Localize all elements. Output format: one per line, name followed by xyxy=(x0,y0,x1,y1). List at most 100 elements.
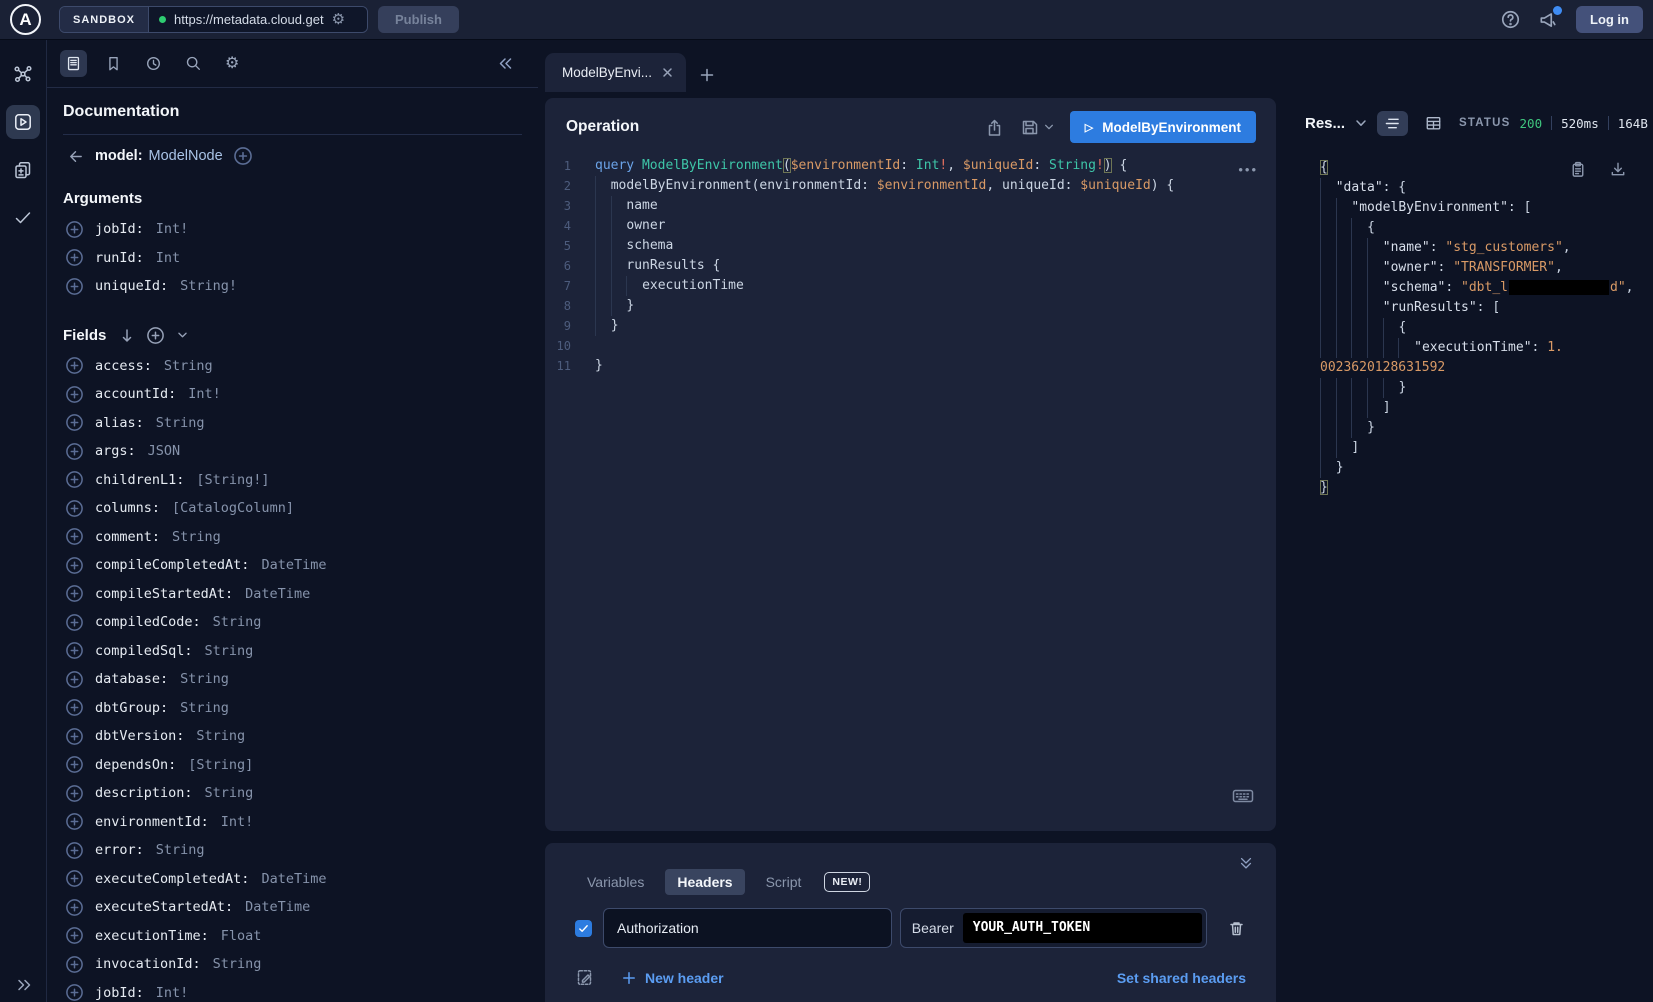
table-view-icon[interactable] xyxy=(1418,110,1449,136)
set-shared-headers-link[interactable]: Set shared headers xyxy=(1117,970,1246,986)
checks-icon[interactable] xyxy=(6,201,40,235)
field-row[interactable]: accountId:Int! xyxy=(63,380,522,409)
tab-modelbyenvironment[interactable]: ModelByEnvi... xyxy=(545,53,686,92)
delete-header-icon[interactable] xyxy=(1227,919,1246,938)
field-row[interactable]: dbtGroup:String xyxy=(63,694,522,723)
json-view-icon[interactable] xyxy=(1377,111,1408,136)
add-to-query-icon[interactable] xyxy=(66,585,83,602)
collapse-sidebar-icon[interactable] xyxy=(496,55,514,73)
header-enabled-checkbox[interactable] xyxy=(575,920,592,937)
endpoint-url-box[interactable]: https://metadata.cloud.get ⚙ xyxy=(149,7,367,32)
saved-collections-icon[interactable] xyxy=(6,153,40,187)
keyboard-shortcuts-icon[interactable] xyxy=(1232,785,1254,807)
tab-script[interactable]: Script xyxy=(754,869,814,895)
field-row[interactable]: access:String xyxy=(63,352,522,381)
add-to-query-icon[interactable] xyxy=(66,728,83,745)
field-row[interactable]: columns:[CatalogColumn] xyxy=(63,494,522,523)
prefill-headers-icon[interactable] xyxy=(575,968,594,987)
add-all-fields-icon[interactable] xyxy=(147,327,164,344)
sort-fields-icon[interactable] xyxy=(120,328,134,343)
add-to-query-icon[interactable] xyxy=(66,443,83,460)
add-to-query-icon[interactable] xyxy=(66,671,83,688)
field-row[interactable]: dbtVersion:String xyxy=(63,722,522,751)
share-operation-icon[interactable] xyxy=(985,118,1004,137)
expand-rail-icon[interactable] xyxy=(0,976,47,994)
add-to-query-icon[interactable] xyxy=(66,500,83,517)
add-to-query-icon[interactable] xyxy=(66,785,83,802)
graphql-query-editor[interactable]: 1query ModelByEnvironment($environmentId… xyxy=(545,152,1276,376)
field-row[interactable]: database:String xyxy=(63,665,522,694)
history-icon[interactable] xyxy=(140,50,167,77)
add-to-query-icon[interactable] xyxy=(66,386,83,403)
endpoint-settings-icon[interactable]: ⚙ xyxy=(332,12,345,27)
header-value-token[interactable]: YOUR_AUTH_TOKEN xyxy=(963,913,1202,943)
add-to-query-icon[interactable] xyxy=(66,249,83,266)
header-key-input[interactable] xyxy=(603,908,892,948)
add-to-query-icon[interactable] xyxy=(66,842,83,859)
field-row[interactable]: compileCompletedAt:DateTime xyxy=(63,551,522,580)
back-arrow-icon[interactable] xyxy=(67,148,84,165)
new-tab-icon[interactable] xyxy=(699,67,715,83)
explorer-icon[interactable] xyxy=(6,105,40,139)
save-options-chevron-icon[interactable] xyxy=(1044,123,1054,131)
publish-button[interactable]: Publish xyxy=(378,6,459,33)
argument-row[interactable]: jobId:Int! xyxy=(63,215,522,244)
add-to-query-icon[interactable] xyxy=(66,278,83,295)
field-row[interactable]: compiledCode:String xyxy=(63,608,522,637)
documentation-tab-icon[interactable] xyxy=(60,50,87,77)
settings-icon[interactable]: ⚙ xyxy=(220,51,244,77)
add-to-query-icon[interactable] xyxy=(66,984,83,1001)
field-row[interactable]: error:String xyxy=(63,836,522,865)
header-value-field[interactable]: Bearer YOUR_AUTH_TOKEN xyxy=(900,908,1207,948)
field-row[interactable]: executionTime:Float xyxy=(63,922,522,951)
add-to-query-icon[interactable] xyxy=(66,956,83,973)
field-row[interactable]: alias:String xyxy=(63,409,522,438)
save-operation-icon[interactable] xyxy=(1020,118,1039,137)
add-to-query-icon[interactable] xyxy=(66,221,83,238)
tab-headers[interactable]: Headers xyxy=(665,869,744,895)
field-row[interactable]: environmentId:Int! xyxy=(63,808,522,837)
editor-overflow-menu[interactable]: ••• xyxy=(1238,162,1258,177)
add-to-query-icon[interactable] xyxy=(66,699,83,716)
add-to-query-icon[interactable] xyxy=(66,614,83,631)
field-row[interactable]: args:JSON xyxy=(63,437,522,466)
apollo-logo[interactable]: A xyxy=(10,4,41,35)
add-to-query-icon[interactable] xyxy=(66,813,83,830)
add-to-query-icon[interactable] xyxy=(66,357,83,374)
close-tab-icon[interactable] xyxy=(661,66,674,79)
field-row[interactable]: compiledSql:String xyxy=(63,637,522,666)
add-to-query-icon[interactable] xyxy=(66,899,83,916)
announcements-icon[interactable] xyxy=(1538,9,1559,30)
argument-row[interactable]: runId:Int xyxy=(63,244,522,273)
add-to-query-icon[interactable] xyxy=(66,414,83,431)
field-row[interactable]: dependsOn:[String] xyxy=(63,751,522,780)
search-icon[interactable] xyxy=(180,50,207,77)
saved-operations-icon[interactable] xyxy=(100,50,127,77)
collapse-bottom-panel-icon[interactable] xyxy=(1238,855,1254,871)
login-button[interactable]: Log in xyxy=(1576,6,1643,33)
field-row[interactable]: executeCompletedAt:DateTime xyxy=(63,865,522,894)
add-to-query-icon[interactable] xyxy=(66,471,83,488)
field-row[interactable]: executeStartedAt:DateTime xyxy=(63,893,522,922)
field-row[interactable]: childrenL1:[String!] xyxy=(63,466,522,495)
field-row[interactable]: compileStartedAt:DateTime xyxy=(63,580,522,609)
field-row[interactable]: comment:String xyxy=(63,523,522,552)
add-to-query-icon[interactable] xyxy=(66,557,83,574)
field-row[interactable]: jobId:Int! xyxy=(63,979,522,1002)
new-header-button[interactable]: New header xyxy=(622,970,724,986)
add-field-icon[interactable] xyxy=(234,147,252,165)
field-row[interactable]: description:String xyxy=(63,779,522,808)
field-row[interactable]: invocationId:String xyxy=(63,950,522,979)
argument-row[interactable]: uniqueId:String! xyxy=(63,272,522,301)
add-to-query-icon[interactable] xyxy=(66,528,83,545)
run-operation-button[interactable]: ▷ ModelByEnvironment xyxy=(1070,111,1256,143)
add-to-query-icon[interactable] xyxy=(66,642,83,659)
tab-variables[interactable]: Variables xyxy=(575,869,656,895)
add-to-query-icon[interactable] xyxy=(66,756,83,773)
help-icon[interactable] xyxy=(1500,9,1521,30)
fields-options-chevron-icon[interactable] xyxy=(177,331,188,339)
copy-response-icon[interactable] xyxy=(1569,160,1587,179)
download-response-icon[interactable] xyxy=(1609,160,1627,179)
add-to-query-icon[interactable] xyxy=(66,870,83,887)
endpoint-url[interactable]: https://metadata.cloud.get xyxy=(174,12,324,27)
